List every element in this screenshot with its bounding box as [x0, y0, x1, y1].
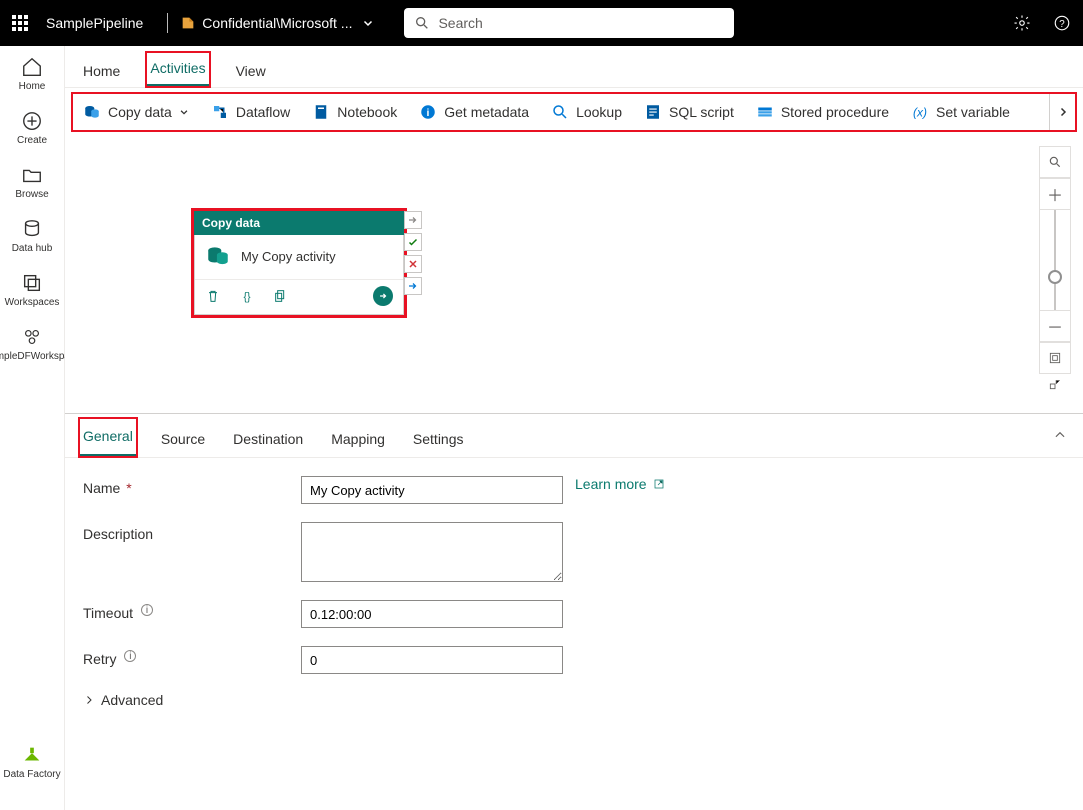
- pipeline-name: SamplePipeline: [46, 15, 143, 31]
- copy-data-activity[interactable]: Copy data My Copy activity {}: [194, 211, 404, 315]
- copy-data-icon: [205, 243, 231, 269]
- collapse-panel-icon[interactable]: [1053, 428, 1067, 442]
- sql-script-icon: [644, 103, 662, 121]
- fit-to-screen-button[interactable]: [1039, 342, 1071, 374]
- ribbon-sql-script[interactable]: SQL script: [644, 103, 734, 121]
- activities-ribbon: Copy data Dataflow Notebook i Get metada…: [71, 92, 1077, 132]
- name-input[interactable]: [301, 476, 563, 504]
- page-tabs: Home Activities View: [65, 48, 1083, 88]
- app-launcher-icon[interactable]: [12, 15, 28, 31]
- nav-home[interactable]: Home: [19, 56, 46, 92]
- copy-icon[interactable]: [273, 288, 289, 304]
- ptab-mapping[interactable]: Mapping: [327, 421, 389, 457]
- nav-workspaces[interactable]: Workspaces: [5, 272, 60, 308]
- advanced-toggle[interactable]: Advanced: [83, 692, 1065, 708]
- chevron-right-icon: [83, 694, 95, 706]
- info-icon[interactable]: i: [141, 604, 153, 616]
- search-icon: [414, 15, 430, 31]
- variable-icon: (x): [911, 103, 929, 121]
- zoom-slider[interactable]: [1039, 210, 1071, 310]
- description-input[interactable]: [301, 522, 563, 582]
- left-nav: Home Create Browse Data hub Workspaces S…: [0, 46, 65, 810]
- chevron-down-icon[interactable]: [362, 17, 374, 29]
- workspace-icon: [180, 15, 196, 31]
- copy-data-icon: [83, 103, 101, 121]
- timeout-label: Timeout i: [83, 600, 301, 621]
- zoom-in-button[interactable]: ＋: [1039, 178, 1071, 210]
- tab-home[interactable]: Home: [79, 55, 124, 87]
- pipeline-canvas[interactable]: Copy data My Copy activity {}: [65, 136, 1083, 414]
- workspace-label[interactable]: Confidential\Microsoft ...: [202, 15, 352, 31]
- ptab-destination[interactable]: Destination: [229, 421, 307, 457]
- activity-card-header: Copy data: [194, 211, 404, 235]
- nav-create[interactable]: Create: [17, 110, 47, 146]
- nav-browse[interactable]: Browse: [15, 164, 48, 200]
- svg-text:{}: {}: [243, 291, 251, 303]
- chevron-right-icon: [1057, 106, 1069, 118]
- on-completion-connector[interactable]: [404, 277, 422, 295]
- svg-text:i: i: [427, 107, 430, 119]
- notebook-icon: [312, 103, 330, 121]
- dataflow-icon: [211, 103, 229, 121]
- zoom-out-button[interactable]: －: [1039, 310, 1071, 342]
- ribbon-set-variable[interactable]: (x) Set variable: [911, 103, 1010, 121]
- retry-label: Retry i: [83, 646, 301, 667]
- info-icon[interactable]: i: [124, 650, 136, 662]
- retry-input[interactable]: [301, 646, 563, 674]
- search-input[interactable]: Search: [404, 8, 734, 38]
- ptab-source[interactable]: Source: [157, 421, 209, 457]
- braces-icon[interactable]: {}: [239, 288, 255, 304]
- activity-name: My Copy activity: [241, 249, 336, 264]
- description-label: Description: [83, 522, 301, 542]
- run-icon[interactable]: [373, 286, 393, 306]
- autolayout-button[interactable]: [1039, 374, 1071, 394]
- svg-text:?: ?: [1059, 19, 1065, 30]
- on-skip-connector[interactable]: [404, 211, 422, 229]
- properties-panel: General Source Destination Mapping Setti…: [65, 414, 1083, 810]
- nav-data-hub[interactable]: Data hub: [12, 218, 53, 254]
- tab-activities[interactable]: Activities: [146, 52, 209, 87]
- lookup-icon: [551, 103, 569, 121]
- nav-data-factory[interactable]: Data Factory: [3, 744, 60, 780]
- ribbon-dataflow[interactable]: Dataflow: [211, 103, 290, 121]
- ptab-settings[interactable]: Settings: [409, 421, 468, 457]
- ribbon-get-metadata[interactable]: i Get metadata: [419, 103, 529, 121]
- canvas-search-button[interactable]: [1039, 146, 1071, 178]
- info-icon: i: [419, 103, 437, 121]
- search-placeholder: Search: [438, 15, 482, 31]
- ribbon-scroll-right[interactable]: [1049, 94, 1075, 130]
- ribbon-copy-data[interactable]: Copy data: [83, 103, 189, 121]
- top-header: SamplePipeline Confidential\Microsoft ..…: [0, 0, 1083, 46]
- on-success-connector[interactable]: [404, 233, 422, 251]
- ptab-general[interactable]: General: [79, 418, 137, 457]
- learn-more-link[interactable]: Learn more: [575, 476, 665, 492]
- tab-view[interactable]: View: [232, 55, 270, 87]
- ribbon-notebook[interactable]: Notebook: [312, 103, 397, 121]
- ribbon-stored-procedure[interactable]: Stored procedure: [756, 103, 889, 121]
- ribbon-lookup[interactable]: Lookup: [551, 103, 622, 121]
- canvas-toolbar: ＋ －: [1039, 146, 1071, 394]
- timeout-input[interactable]: [301, 600, 563, 628]
- activity-card-highlight: Copy data My Copy activity {}: [191, 208, 407, 318]
- on-fail-connector[interactable]: [404, 255, 422, 273]
- name-label: Name *: [83, 476, 301, 496]
- delete-icon[interactable]: [205, 288, 221, 304]
- help-icon[interactable]: ?: [1053, 14, 1071, 32]
- chevron-down-icon: [179, 107, 189, 117]
- svg-text:(x): (x): [913, 106, 927, 120]
- external-link-icon: [653, 478, 665, 490]
- divider: [167, 13, 168, 33]
- settings-icon[interactable]: [1013, 14, 1031, 32]
- stored-procedure-icon: [756, 103, 774, 121]
